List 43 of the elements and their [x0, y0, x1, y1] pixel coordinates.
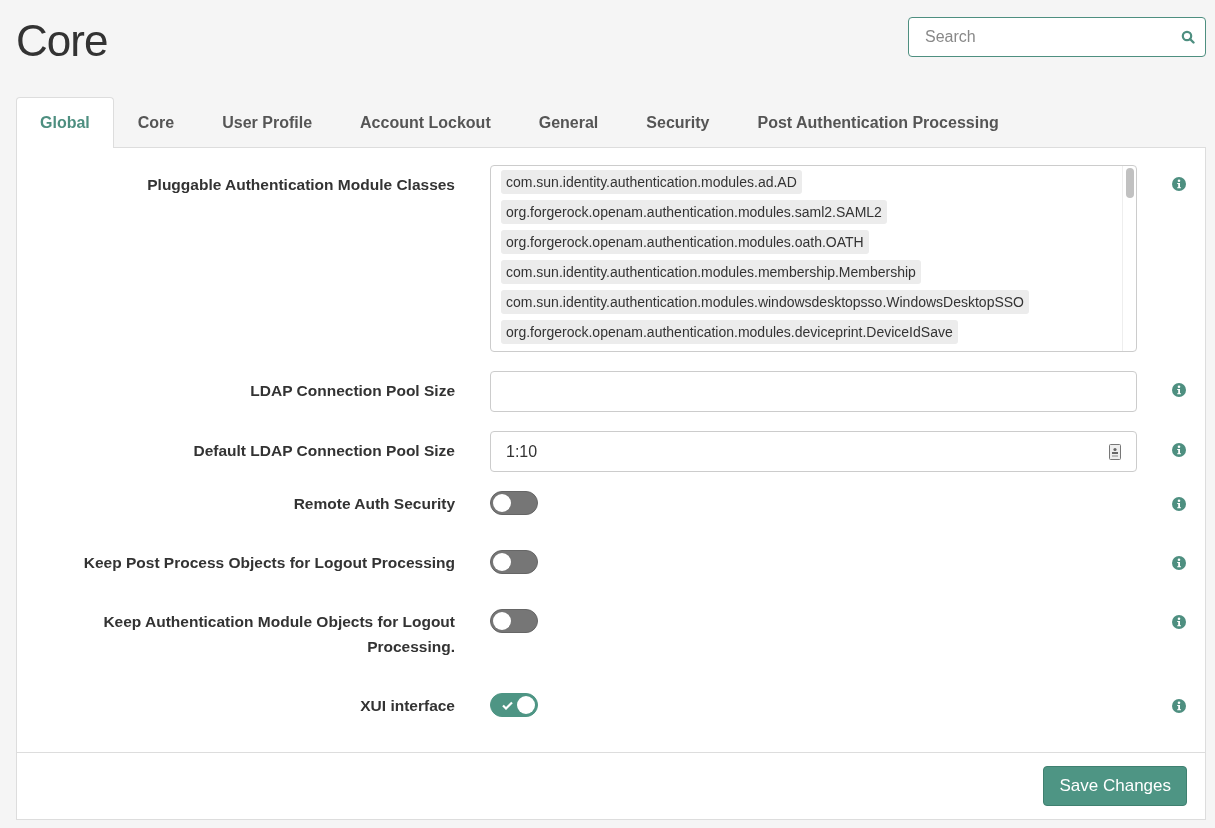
tab[interactable]: Security [622, 97, 734, 147]
toggle-switch[interactable] [490, 693, 538, 717]
tab[interactable]: Global [16, 97, 114, 148]
info-icon[interactable] [1172, 497, 1186, 511]
selected-value[interactable]: com.sun.identity.authentication.modules.membership.Membership [501, 260, 921, 284]
tab[interactable]: General [514, 97, 623, 147]
scrollbar-thumb[interactable] [1125, 168, 1134, 198]
tab[interactable]: User Profile [198, 97, 337, 147]
search-field[interactable]: Search [908, 17, 1206, 57]
text-field[interactable]: 1:10 [490, 431, 1137, 472]
field-label: Default LDAP Connection Pool Size [192, 441, 455, 461]
info-icon[interactable] [1172, 556, 1186, 570]
info-icon[interactable] [1172, 615, 1186, 629]
selected-value[interactable]: org.forgerock.openam.authentication.modules.saml2.SAML2 [501, 200, 887, 224]
tab[interactable]: Account Lockout [336, 97, 515, 147]
field-value: 1:10 [506, 442, 538, 461]
page-title: Core [16, 16, 108, 66]
tab[interactable]: Post Authentication Processing [733, 97, 1023, 147]
field-label: Remote Auth Security [292, 494, 455, 514]
field-label: Pluggable Authentication Module Classes [146, 175, 455, 195]
selected-value[interactable]: com.sun.identity.authentication.modules.windowsdesktopsso.WindowsDesktopSSO [501, 290, 1029, 314]
field-label: Keep Authentication Module Objects for Logout Processing. [102, 612, 455, 657]
contact-card-icon [1109, 443, 1121, 460]
info-icon[interactable] [1172, 443, 1186, 457]
info-icon[interactable] [1172, 177, 1186, 191]
toggle-switch[interactable] [490, 491, 538, 515]
save-button[interactable]: Save Changes [1043, 766, 1187, 806]
text-field[interactable] [490, 371, 1137, 412]
field-label: LDAP Connection Pool Size [249, 381, 455, 401]
multiselect-field[interactable] [490, 165, 1137, 352]
toggle-switch[interactable] [490, 609, 538, 633]
search-input[interactable]: Search [923, 27, 1181, 47]
selected-value[interactable]: com.sun.identity.authentication.modules.ad.AD [501, 170, 802, 194]
field-label: Keep Post Process Objects for Logout Processing [82, 553, 455, 573]
toggle-switch[interactable] [490, 550, 538, 574]
field-label: XUI interface [359, 696, 455, 716]
search-icon [1181, 30, 1195, 44]
check-icon [502, 700, 513, 710]
selected-value[interactable]: org.forgerock.openam.authentication.modules.deviceprint.DeviceIdSave [501, 320, 958, 344]
tab[interactable]: Core [113, 97, 199, 147]
info-icon[interactable] [1172, 699, 1186, 713]
info-icon[interactable] [1172, 383, 1186, 397]
selected-value[interactable]: org.forgerock.openam.authentication.modules.oath.OATH [501, 230, 869, 254]
